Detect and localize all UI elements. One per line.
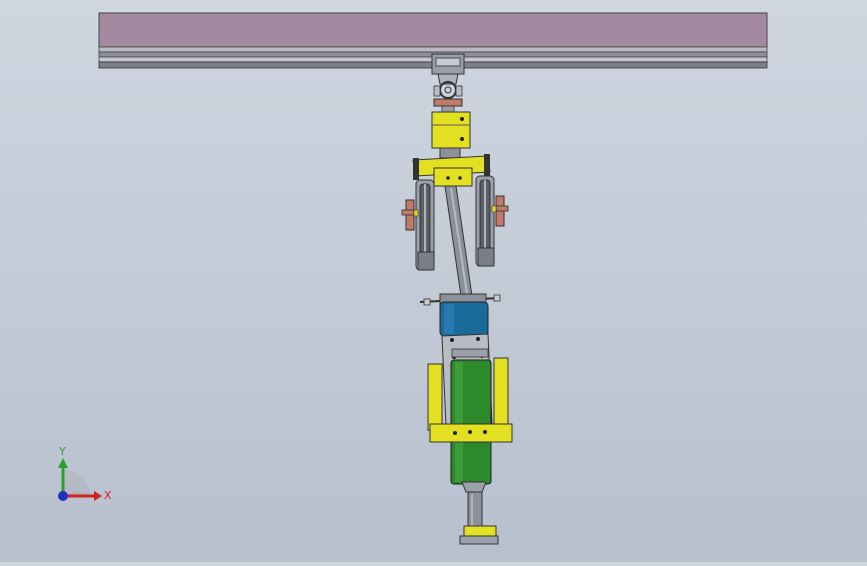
x-axis-label: X (104, 489, 112, 502)
main-shaft[interactable] (444, 185, 473, 297)
rail-flange-1 (98, 46, 768, 53)
copper-washer (433, 98, 463, 107)
y-axis-label: Y (58, 445, 66, 458)
coordinate-triad: Y X (58, 445, 112, 502)
z-axis-dot (58, 491, 68, 501)
cad-model-view[interactable]: Y X (0, 0, 867, 562)
yellow-coupling-body (431, 111, 471, 149)
foot-plate (459, 535, 499, 545)
blue-cylinder[interactable] (419, 293, 501, 337)
cad-viewport[interactable]: Y X (0, 0, 867, 562)
rail-top-face (98, 12, 768, 48)
upper-coupling[interactable] (431, 105, 471, 159)
lower-rod[interactable] (459, 481, 499, 545)
trolley-hanger[interactable] (431, 53, 465, 107)
green-cylinder[interactable] (450, 359, 492, 485)
right-wheel-assembly[interactable] (475, 175, 509, 267)
left-wheel-assembly[interactable] (401, 179, 435, 271)
